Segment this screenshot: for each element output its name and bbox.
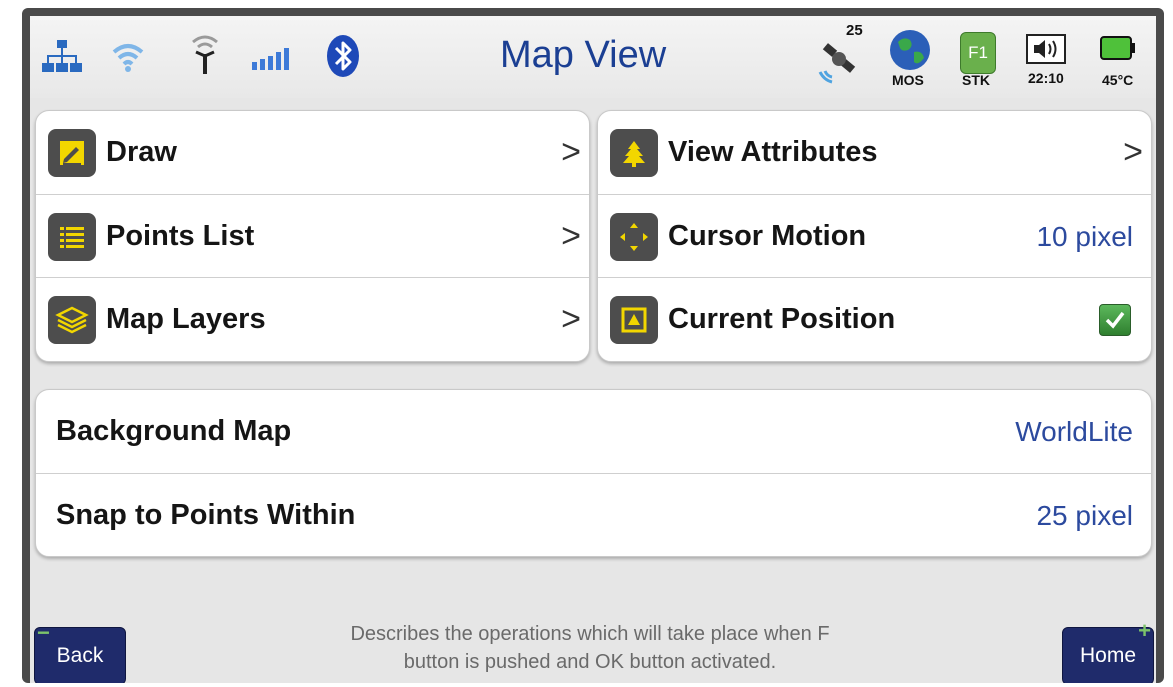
network-icon (42, 40, 82, 72)
move-arrows-icon (610, 212, 658, 261)
setting-label: Snap to Points Within (56, 499, 356, 531)
menu-item-label: Map Layers (106, 303, 266, 335)
menu-item-label: Points List (106, 220, 255, 252)
signal-strength-icon (252, 48, 289, 70)
clock-time: 22:10 (1028, 70, 1064, 86)
home-button[interactable]: Home + (1062, 618, 1154, 683)
background-map-value: WorldLite (1015, 415, 1133, 447)
cursor-motion-value: 10 pixel (1036, 220, 1133, 252)
function-key-label: F1 (968, 43, 988, 62)
left-menu-card: Draw > Points List > Map Layers > (35, 110, 590, 362)
plus-mark: + (1138, 618, 1151, 643)
help-text-line: button is pushed and OK button activated… (403, 651, 777, 673)
menu-item-current-position[interactable]: Current Position (598, 277, 1151, 361)
wifi-icon (112, 44, 144, 72)
speaker-icon (1026, 34, 1066, 64)
bluetooth-icon (327, 35, 359, 77)
satellite-icon (818, 43, 856, 84)
setting-snap-points[interactable]: Snap to Points Within 25 pixel (36, 473, 1151, 556)
satellite-count: 25 (846, 22, 863, 39)
current-position-checkbox[interactable] (1099, 303, 1131, 336)
setting-background-map[interactable]: Background Map WorldLite (36, 390, 1151, 473)
menu-item-map-layers[interactable]: Map Layers > (36, 277, 589, 361)
back-button-label: Back (56, 644, 104, 667)
snap-points-value: 25 pixel (1036, 499, 1133, 531)
tree-icon (610, 128, 658, 177)
help-text: Describes the operations which will take… (270, 620, 910, 676)
chevron-right-icon: > (561, 217, 581, 255)
list-icon (48, 212, 96, 261)
status-bar: Map View 25 MOS F1 STK 22:10 45°C (30, 16, 1156, 98)
menu-item-label: Current Position (668, 303, 896, 335)
menu-item-label: Cursor Motion (668, 220, 867, 252)
menu-item-label: Draw (106, 136, 177, 168)
home-button-label: Home (1079, 644, 1137, 667)
pencil-icon (48, 128, 96, 177)
battery-icon (1100, 36, 1135, 60)
chevron-right-icon: > (1123, 133, 1143, 171)
layers-icon (48, 295, 96, 344)
device-screen: Map View 25 MOS F1 STK 22:10 45°C Draw >… (30, 16, 1156, 683)
menu-item-draw[interactable]: Draw > (36, 111, 589, 194)
menu-item-cursor-motion[interactable]: Cursor Motion 10 pixel (598, 194, 1151, 278)
position-icon (610, 295, 658, 344)
settings-card: Background Map WorldLite Snap to Points … (35, 389, 1152, 557)
chevron-right-icon: > (561, 300, 581, 338)
page-title: Map View (500, 34, 667, 76)
chevron-right-icon: > (561, 133, 581, 171)
back-button[interactable]: − Back (34, 620, 126, 683)
function-key-icon: F1 (960, 32, 996, 74)
setting-label: Background Map (56, 415, 292, 447)
temperature: 45°C (1102, 72, 1134, 88)
menu-item-points-list[interactable]: Points List > (36, 194, 589, 278)
menu-item-label: View Attributes (668, 136, 878, 168)
function-key-caption: STK (962, 72, 990, 88)
minus-mark: − (37, 620, 50, 645)
globe-icon (890, 30, 930, 70)
help-text-line: Describes the operations which will take… (350, 623, 830, 645)
menu-item-view-attributes[interactable]: View Attributes > (598, 111, 1151, 194)
mode-label: MOS (892, 72, 924, 88)
checkmark-icon (1105, 311, 1125, 329)
right-menu-card: View Attributes > Cursor Motion 10 pixel… (597, 110, 1152, 362)
antenna-icon (192, 35, 218, 74)
